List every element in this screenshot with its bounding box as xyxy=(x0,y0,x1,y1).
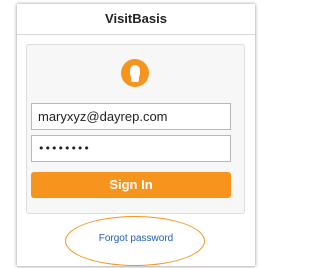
app-window: VisitBasis maryxyz@dayrep.com •••••••• S… xyxy=(17,4,255,266)
user-avatar-icon xyxy=(121,59,149,87)
forgot-password-link[interactable]: Forgot password xyxy=(17,233,255,244)
email-field[interactable]: maryxyz@dayrep.com xyxy=(31,103,231,130)
login-card: maryxyz@dayrep.com •••••••• Sign In xyxy=(26,44,245,214)
user-icon-body xyxy=(131,76,139,82)
password-field[interactable]: •••••••• xyxy=(31,135,231,162)
window-title: VisitBasis xyxy=(17,4,255,35)
sign-in-button[interactable]: Sign In xyxy=(31,172,231,198)
